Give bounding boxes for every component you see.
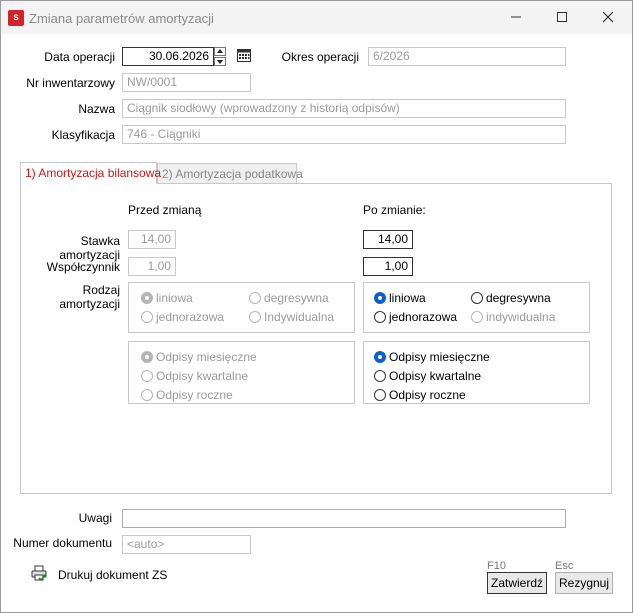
wspolczynnik-przed-input: 1,00 bbox=[128, 257, 176, 276]
dialog-window: s Zmiana parametrów amortyzacji Data ope… bbox=[0, 0, 633, 613]
nazwa-input: Ciągnik siodłowy (wprowadzony z historią… bbox=[122, 99, 566, 118]
nr-inwentarzowy-input: NW/0001 bbox=[122, 73, 251, 92]
tab-panel: Przed zmianą Po zmianie: Stawka amortyza… bbox=[20, 183, 612, 494]
close-icon bbox=[602, 11, 614, 23]
data-operacji-input[interactable]: 30.06.2026 bbox=[122, 47, 214, 66]
spin-up-icon[interactable] bbox=[214, 47, 226, 56]
rodzaj-przed-group: liniowa degresywna jednorazowa Indywidua… bbox=[128, 282, 355, 333]
spin-down-icon[interactable] bbox=[214, 57, 226, 66]
numer-dokumentu-label: Numer dokumentu bbox=[13, 536, 112, 550]
minimize-icon bbox=[511, 16, 521, 18]
klasyfikacja-input: 746 - Ciągniki bbox=[122, 125, 566, 144]
przed-header: Przed zmianą bbox=[128, 203, 202, 217]
maximize-icon bbox=[557, 12, 567, 22]
odpisy-po-group: Odpisy miesięczne Odpisy kwartalne Odpis… bbox=[363, 341, 590, 404]
rodzaj-label: Rodzaj amortyzacji bbox=[59, 283, 120, 311]
po-header: Po zmianie: bbox=[363, 203, 426, 217]
zatwierdz-button[interactable]: Zatwierdź bbox=[487, 572, 547, 594]
nazwa-label: Nazwa bbox=[78, 102, 115, 116]
odpisy-przed-group: Odpisy miesięczne Odpisy kwartalne Odpis… bbox=[128, 341, 355, 404]
minimize-button[interactable] bbox=[493, 1, 539, 33]
okres-operacji-label: Okres operacji bbox=[281, 50, 359, 64]
okres-operacji-input: 6/2026 bbox=[368, 47, 566, 66]
rezygnuj-button[interactable]: Rezygnuj bbox=[555, 572, 613, 594]
date-spinner[interactable] bbox=[214, 47, 226, 66]
klasyfikacja-label: Klasyfikacja bbox=[51, 128, 115, 142]
wspolczynnik-label: Współczynnik bbox=[46, 260, 120, 274]
app-logo-icon: s bbox=[8, 10, 24, 26]
title-bar: s Zmiana parametrów amortyzacji bbox=[1, 1, 632, 34]
calendar-icon[interactable] bbox=[236, 47, 252, 63]
maximize-button[interactable] bbox=[539, 1, 585, 33]
uwagi-input[interactable] bbox=[122, 509, 566, 528]
stawka-przed-input: 14,00 bbox=[128, 230, 176, 249]
nr-inwentarzowy-label: Nr inwentarzowy bbox=[26, 76, 115, 90]
rezygnuj-shortcut: Esc bbox=[555, 560, 574, 572]
uwagi-label: Uwagi bbox=[78, 511, 112, 525]
zatwierdz-shortcut: F10 bbox=[487, 560, 506, 572]
rodzaj-po-group: liniowa degresywna jednorazowa indywidua… bbox=[363, 282, 590, 333]
tab-amortyzacja-podatkowa[interactable]: 2) Amortyzacja podatkowa bbox=[157, 163, 303, 183]
numer-dokumentu-input: <auto> bbox=[122, 535, 251, 554]
close-button[interactable] bbox=[585, 1, 631, 33]
wspolczynnik-po-input[interactable]: 1,00 bbox=[363, 257, 413, 276]
data-operacji-label: Data operacji bbox=[44, 50, 115, 64]
stawka-label: Stawka amortyzacji bbox=[59, 234, 120, 262]
tab-amortyzacja-bilansowa[interactable]: 1) Amortyzacja bilansowa bbox=[20, 162, 161, 184]
stawka-po-input[interactable]: 14,00 bbox=[363, 230, 413, 249]
drukuj-dokument-label[interactable]: Drukuj dokument ZS bbox=[58, 568, 167, 582]
printer-icon[interactable] bbox=[30, 564, 48, 582]
window-title: Zmiana parametrów amortyzacji bbox=[29, 11, 214, 26]
